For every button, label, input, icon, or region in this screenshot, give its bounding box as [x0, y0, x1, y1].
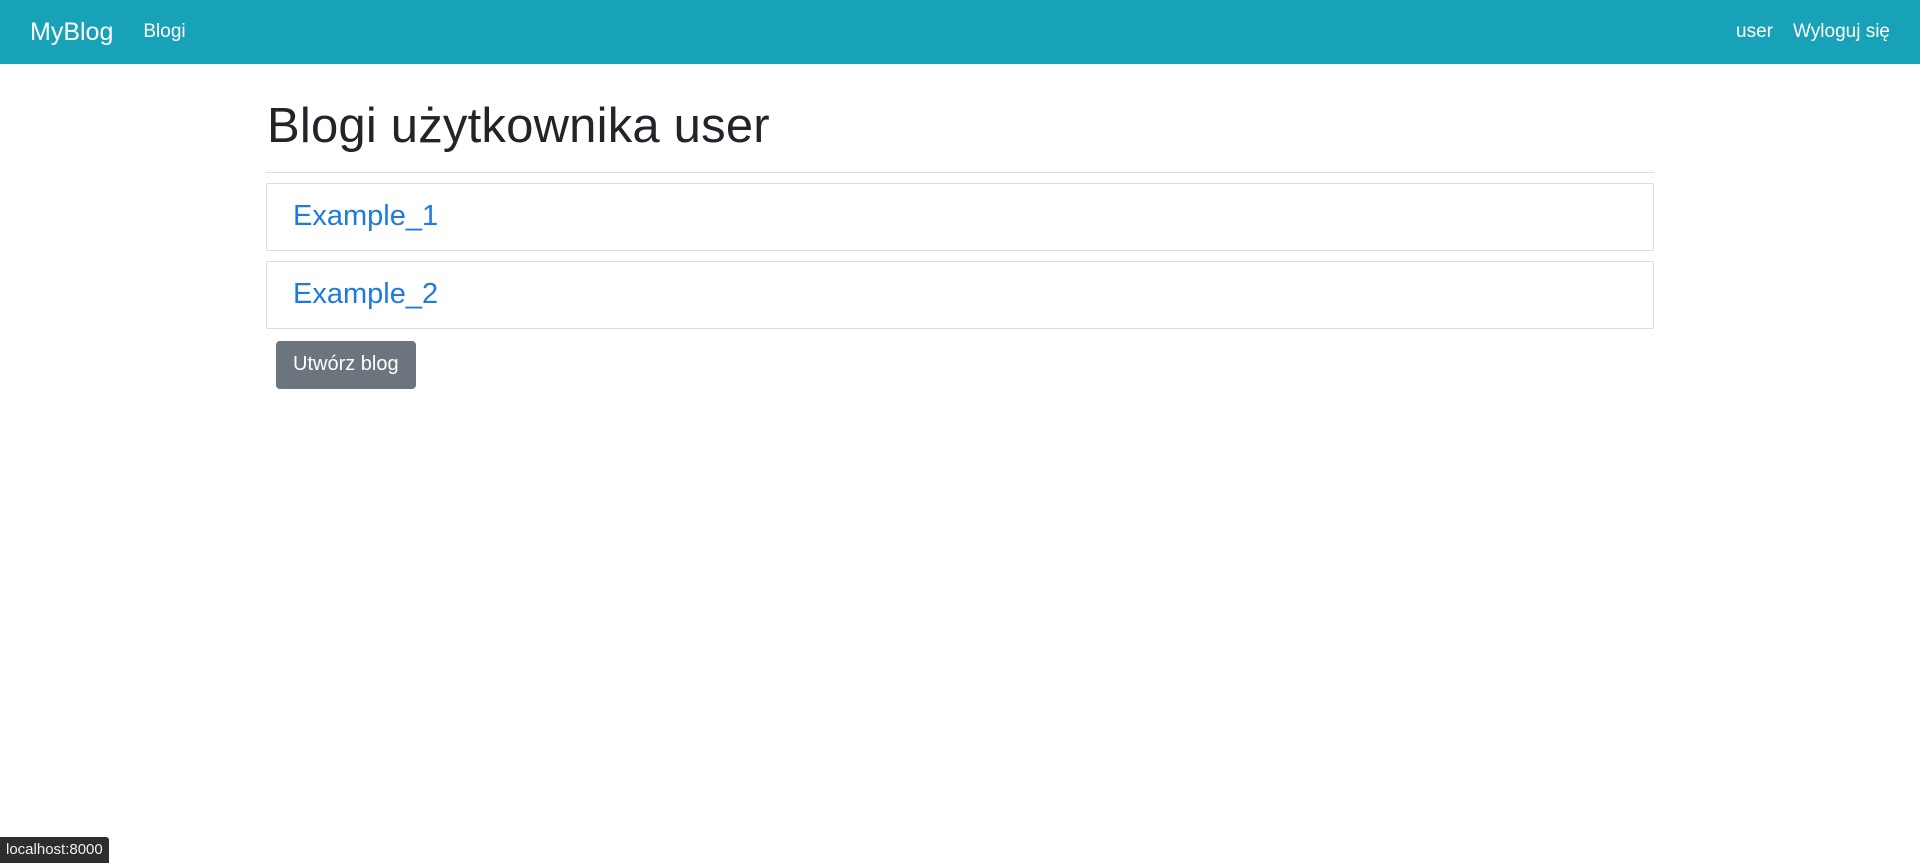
main-content: Blogi użytkownika user Example_1 Example… [266, 64, 1654, 389]
nav-left: Blogi [143, 21, 185, 43]
nav-link-logout[interactable]: Wyloguj się [1793, 21, 1890, 43]
top-navbar: MyBlog Blogi user Wyloguj się [0, 0, 1920, 64]
create-blog-button[interactable]: Utwórz blog [276, 340, 416, 389]
blog-card: Example_1 [266, 182, 1654, 251]
blog-list: Example_1 Example_2 [266, 182, 1654, 329]
blog-link-example-1[interactable]: Example_1 [293, 200, 438, 233]
page-title: Blogi użytkownika user [267, 99, 770, 153]
nav-link-user[interactable]: user [1736, 21, 1773, 43]
blog-card: Example_2 [266, 260, 1654, 329]
title-divider [266, 171, 1654, 173]
status-bar-url: localhost:8000 [0, 837, 109, 863]
blog-link-example-2[interactable]: Example_2 [293, 278, 438, 311]
nav-link-blogi[interactable]: Blogi [143, 21, 185, 43]
nav-right: user Wyloguj się [1736, 21, 1890, 43]
brand-link[interactable]: MyBlog [30, 18, 113, 47]
